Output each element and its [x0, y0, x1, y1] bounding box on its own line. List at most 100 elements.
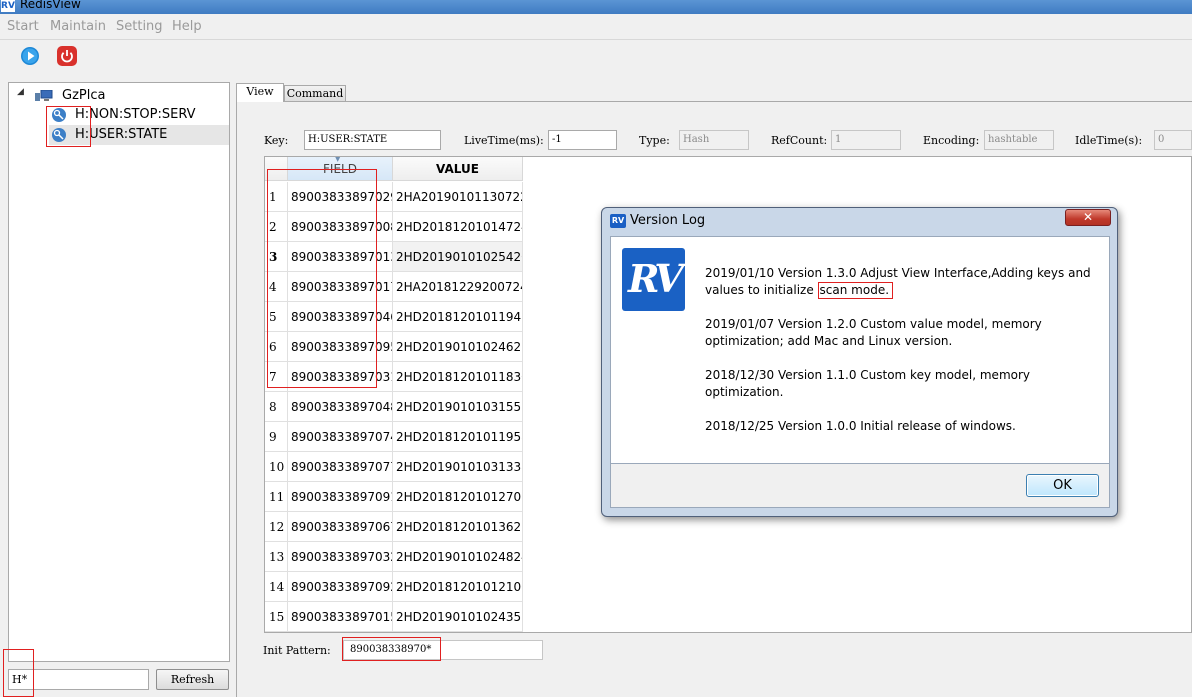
encoding-label: Encoding:	[923, 134, 980, 147]
field-column-header[interactable]: ▼ FIELD	[288, 157, 393, 181]
tree-item-user-state[interactable]: H:USER:STATE	[49, 125, 229, 145]
tab-view[interactable]: View	[236, 83, 284, 102]
field-cell: 89003833897092	[288, 572, 393, 602]
key-field[interactable]: H:USER:STATE	[304, 130, 441, 150]
field-cell: 89003833897031	[288, 362, 393, 392]
idletime-label: IdleTime(s):	[1075, 134, 1143, 147]
table-row[interactable]: 3 89003833897013 2HD20190101025420	[265, 242, 523, 272]
log-entry: 2018/12/25 Version 1.0.0 Initial release…	[705, 419, 1016, 433]
play-icon	[21, 47, 39, 65]
table-row[interactable]: 10 89003833897077 2HD20190101031338	[265, 452, 523, 482]
row-number: 14	[265, 572, 288, 602]
menu-setting[interactable]: Setting	[116, 19, 163, 34]
menu-start[interactable]: Start	[7, 19, 39, 34]
field-cell: 89003833897029	[288, 182, 393, 212]
key-search-input[interactable]: H*	[8, 669, 149, 690]
row-number: 4	[265, 272, 288, 302]
connect-button[interactable]	[19, 45, 41, 67]
row-number: 12	[265, 512, 288, 542]
type-label: Type:	[639, 134, 670, 147]
menu-help[interactable]: Help	[172, 19, 202, 34]
log-highlight: scan mode.	[817, 282, 894, 299]
row-number: 8	[265, 392, 288, 422]
dialog-body: RV 2019/01/10 Version 1.3.0 Adjust View …	[610, 236, 1110, 464]
table-row[interactable]: 7 89003833897031 2HD20181201011830	[265, 362, 523, 392]
row-number: 10	[265, 452, 288, 482]
table-row[interactable]: 15 89003833897015 2HD20190101024355	[265, 602, 523, 632]
row-number: 3	[265, 242, 288, 272]
field-cell: 89003833897077	[288, 452, 393, 482]
log-entry: 2019/01/07 Version 1.2.0 Custom value mo…	[705, 317, 1042, 348]
table-row[interactable]: 11 89003833897091 2HD20181201012702	[265, 482, 523, 512]
table-row[interactable]: 1 89003833897029 2HA20190101130722	[265, 182, 523, 212]
value-cell: 2HD20190101031338	[393, 452, 523, 482]
livetime-field[interactable]: -1	[548, 130, 617, 150]
value-cell: 2HD20181201011945	[393, 302, 523, 332]
value-cell: 2HD20181201011958	[393, 422, 523, 452]
table-row[interactable]: 2 89003833897008 2HD20181201014724	[265, 212, 523, 242]
ok-button[interactable]: OK	[1026, 474, 1099, 497]
table-row[interactable]: 8 89003833897048 2HD20190101031553	[265, 392, 523, 422]
row-number: 5	[265, 302, 288, 332]
row-number: 11	[265, 482, 288, 512]
collapse-arrow-icon[interactable]: ◢	[17, 87, 24, 97]
livetime-label: LiveTime(ms):	[464, 134, 544, 147]
table-row[interactable]: 4 89003833897017 2HA20181229200724	[265, 272, 523, 302]
field-cell: 89003833897095	[288, 332, 393, 362]
field-cell: 89003833897067	[288, 512, 393, 542]
title-bar: RV RedisView	[0, 0, 1192, 14]
close-button[interactable]: ✕	[1065, 209, 1111, 226]
field-cell: 89003833897013	[288, 242, 393, 272]
menu-maintain[interactable]: Maintain	[50, 19, 106, 34]
value-cell: 2HD20181201014724	[393, 212, 523, 242]
table-row[interactable]: 12 89003833897067 2HD20181201013622	[265, 512, 523, 542]
menu-bar: Start Maintain Setting Help	[0, 17, 1192, 37]
server-icon	[35, 90, 53, 101]
tree-item-label: H:USER:STATE	[75, 127, 168, 142]
value-cell: 2HA20190101130722	[393, 182, 523, 212]
row-number: 15	[265, 602, 288, 632]
key-label: Key:	[264, 134, 289, 147]
value-cell: 2HD20181201013622	[393, 512, 523, 542]
value-cell: 2HD20190101031553	[393, 392, 523, 422]
dialog-title: Version Log	[630, 213, 706, 228]
row-number: 1	[265, 182, 288, 212]
log-entry: 2018/12/30 Version 1.1.0 Custom key mode…	[705, 368, 1031, 399]
table-row[interactable]: 5 89003833897046 2HD20181201011945	[265, 302, 523, 332]
refcount-label: RefCount:	[771, 134, 828, 147]
value-cell: 2HA20181229200724	[393, 272, 523, 302]
row-number: 13	[265, 542, 288, 572]
value-cell: 2HD20181201012702	[393, 482, 523, 512]
hash-key-icon	[52, 128, 66, 142]
key-tree: ◢ GzPlca H:NON:STOP:SERV H:USER:STATE	[8, 82, 230, 662]
refcount-field: 1	[831, 130, 901, 150]
row-number: 2	[265, 212, 288, 242]
sort-indicator-icon: ▼	[335, 156, 341, 163]
init-pattern-input[interactable]: 890038338970*	[343, 640, 543, 660]
value-cell: 2HD20181201011830	[393, 362, 523, 392]
table-row[interactable]: 9 89003833897074 2HD20181201011958	[265, 422, 523, 452]
field-cell: 89003833897017	[288, 272, 393, 302]
idletime-field: 0	[1154, 130, 1192, 150]
row-number-header	[265, 157, 288, 181]
value-cell: 2HD20181201012106	[393, 572, 523, 602]
redisview-logo-icon: RV	[1, 0, 15, 12]
table-row[interactable]: 13 89003833897032 2HD20190101024824	[265, 542, 523, 572]
row-number: 9	[265, 422, 288, 452]
redisview-logo-icon: RV	[610, 214, 626, 228]
value-column-header[interactable]: VALUE	[393, 157, 523, 181]
row-number: 6	[265, 332, 288, 362]
field-cell: 89003833897032	[288, 542, 393, 572]
tree-item-non-stop-serv[interactable]: H:NON:STOP:SERV	[49, 105, 229, 125]
tab-command[interactable]: Command	[284, 85, 346, 101]
tree-item-label: H:NON:STOP:SERV	[75, 107, 196, 122]
table-row[interactable]: 6 89003833897095 2HD20190101024625	[265, 332, 523, 362]
field-cell: 89003833897046	[288, 302, 393, 332]
toolbar	[0, 39, 1192, 71]
refresh-button[interactable]: Refresh	[156, 669, 229, 690]
field-cell: 89003833897091	[288, 482, 393, 512]
disconnect-button[interactable]	[56, 45, 78, 67]
value-cell: 2HD20190101024355	[393, 602, 523, 632]
table-row[interactable]: 14 89003833897092 2HD20181201012106	[265, 572, 523, 602]
field-cell: 89003833897008	[288, 212, 393, 242]
